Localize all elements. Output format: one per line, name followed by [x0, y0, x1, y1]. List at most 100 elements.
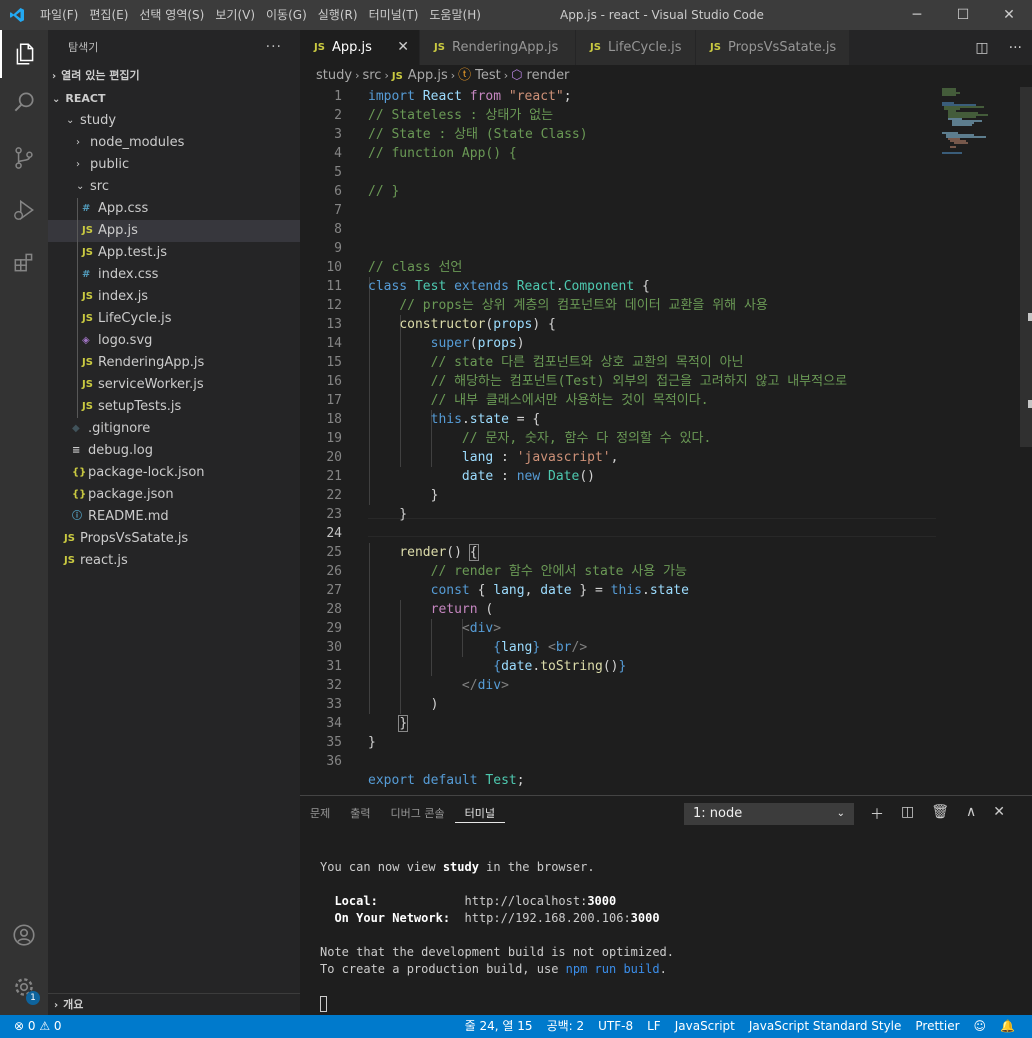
- tree-item[interactable]: › node_modules: [48, 132, 300, 154]
- menu-item[interactable]: 파일(F): [36, 0, 82, 30]
- tab-props-vs-state[interactable]: JS PropsVsSatate.js: [696, 30, 850, 65]
- more-actions-icon[interactable]: ···: [266, 30, 282, 65]
- problems-status[interactable]: ⊗ 0 ⚠ 0: [14, 1015, 62, 1038]
- search-button[interactable]: [0, 78, 48, 126]
- tree-item[interactable]: JS serviceWorker.js: [48, 374, 300, 396]
- breadcrumb-study[interactable]: study: [316, 68, 352, 83]
- maximize-panel-icon[interactable]: ∧: [966, 804, 976, 824]
- menu-item[interactable]: 보기(V): [211, 0, 259, 30]
- language-mode[interactable]: JavaScript: [668, 1015, 742, 1038]
- run-debug-button[interactable]: [0, 186, 48, 234]
- tree-item[interactable]: JS setupTests.js: [48, 396, 300, 418]
- tree-item[interactable]: ◈ logo.svg: [48, 330, 300, 352]
- account-icon: [13, 924, 35, 946]
- breadcrumb-file[interactable]: App.js: [408, 68, 448, 83]
- tab-app-js[interactable]: JS App.js ✕: [300, 30, 420, 65]
- tree-item[interactable]: JS LifeCycle.js: [48, 308, 300, 330]
- close-window-button[interactable]: ✕: [986, 0, 1032, 30]
- explorer-header: 탐색기 ···: [48, 30, 300, 65]
- tab-rendering-app[interactable]: JS RenderingApp.js: [420, 30, 576, 65]
- tree-item[interactable]: ≡ debug.log: [48, 440, 300, 462]
- line-number: 24: [326, 526, 342, 541]
- menu-item[interactable]: 도움말(H): [425, 0, 485, 30]
- minimize-button[interactable]: ─: [894, 0, 940, 30]
- line-number: 13: [326, 317, 342, 332]
- tree-item[interactable]: {} package-lock.json: [48, 462, 300, 484]
- linter-status[interactable]: JavaScript Standard Style: [742, 1015, 909, 1038]
- cursor-position[interactable]: 줄 24, 열 15: [458, 1015, 540, 1038]
- end-of-line[interactable]: LF: [640, 1015, 668, 1038]
- settings-button[interactable]: 1: [0, 963, 48, 1011]
- feedback-icon[interactable]: ☺: [967, 1015, 994, 1038]
- js-file-icon: JS: [82, 247, 93, 258]
- line-number: 31: [326, 659, 342, 674]
- open-editors-section[interactable]: › 열려 있는 편집기: [48, 65, 300, 87]
- editor-scrollbar[interactable]: [1018, 87, 1032, 795]
- tree-item[interactable]: JS App.test.js: [48, 242, 300, 264]
- tree-item[interactable]: # index.css: [48, 264, 300, 286]
- tree-item[interactable]: JS RenderingApp.js: [48, 352, 300, 374]
- tab-terminal[interactable]: 터미널: [454, 796, 505, 823]
- tree-item[interactable]: ⌄ study: [48, 110, 300, 132]
- line-number: 36: [326, 754, 342, 769]
- tree-item[interactable]: ⌄ src: [48, 176, 300, 198]
- split-editor-icon[interactable]: ◫: [975, 40, 988, 56]
- notifications-icon[interactable]: 🔔: [993, 1015, 1022, 1038]
- tree-item[interactable]: JS App.js: [48, 220, 300, 242]
- tab-debug-console[interactable]: 디버그 콘솔: [381, 796, 455, 831]
- tree-item[interactable]: JS index.js: [48, 286, 300, 308]
- minimap[interactable]: [940, 87, 1020, 167]
- terminal-output[interactable]: You can now view study in the browser. L…: [320, 859, 674, 978]
- breadcrumb-class[interactable]: Test: [475, 68, 501, 83]
- tree-item[interactable]: {} package.json: [48, 484, 300, 506]
- line-number: 10: [326, 260, 342, 275]
- menu-item[interactable]: 터미널(T): [365, 0, 423, 30]
- code-content[interactable]: import React from "react"; // Stateless …: [368, 87, 847, 790]
- trash-icon[interactable]: 🗑: [931, 804, 949, 824]
- menu-item[interactable]: 편집(E): [85, 0, 132, 30]
- source-control-button[interactable]: [0, 134, 48, 182]
- accounts-button[interactable]: [0, 911, 48, 959]
- git-file-icon: ◆: [72, 423, 80, 434]
- js-file-icon: JS: [64, 533, 75, 544]
- tab-problems[interactable]: 문제: [300, 796, 340, 831]
- split-terminal-icon[interactable]: ◫: [901, 804, 914, 824]
- new-terminal-icon[interactable]: ＋: [870, 804, 884, 824]
- close-tab-icon[interactable]: ✕: [397, 30, 409, 65]
- explorer-button[interactable]: [0, 30, 48, 78]
- breadcrumb-src[interactable]: src: [362, 68, 381, 83]
- tree-item[interactable]: JS react.js: [48, 550, 300, 572]
- line-number: 12: [326, 298, 342, 313]
- chevron-down-icon: ⌄: [836, 808, 845, 819]
- workspace-root[interactable]: ⌄ REACT: [48, 88, 300, 110]
- indentation[interactable]: 공백: 2: [540, 1015, 592, 1038]
- tree-item[interactable]: # App.css: [48, 198, 300, 220]
- encoding[interactable]: UTF-8: [591, 1015, 640, 1038]
- tree-item[interactable]: ◆ .gitignore: [48, 418, 300, 440]
- method-icon: ⬡: [511, 68, 523, 83]
- extensions-button[interactable]: [0, 238, 48, 286]
- menu-item[interactable]: 선택 영역(S): [135, 0, 208, 30]
- chevron-icon: ⌄: [76, 181, 85, 192]
- tab-lifecycle[interactable]: JS LifeCycle.js: [576, 30, 696, 65]
- close-panel-icon[interactable]: ✕: [993, 804, 1005, 824]
- outline-section[interactable]: › 개요: [48, 993, 300, 1015]
- tree-item[interactable]: JS PropsVsSatate.js: [48, 528, 300, 550]
- line-number: 21: [326, 469, 342, 484]
- line-number: 27: [326, 583, 342, 598]
- tree-item[interactable]: ⓘ README.md: [48, 506, 300, 528]
- tab-output[interactable]: 출력: [340, 796, 380, 831]
- maximize-button[interactable]: ☐: [940, 0, 986, 30]
- terminal-select[interactable]: 1: node ⌄: [684, 803, 854, 825]
- prettier-status[interactable]: Prettier: [908, 1015, 966, 1038]
- menu-item[interactable]: 이동(G): [262, 0, 311, 30]
- tree-item[interactable]: › public: [48, 154, 300, 176]
- breadcrumb-method[interactable]: render: [527, 68, 570, 83]
- terminal-cursor: [320, 996, 327, 1012]
- menu-item[interactable]: 실행(R): [314, 0, 362, 30]
- code-editor[interactable]: 1 2 3 4 5 6 7 8 9 10 11 12 13 14 15 16 17 18 19 20 21 22 23 24 2…: [300, 87, 1032, 795]
- extensions-icon: [14, 253, 33, 272]
- activity-bar: 1: [0, 30, 48, 1015]
- more-actions-icon[interactable]: ···: [1009, 40, 1022, 56]
- line-number: 3: [334, 127, 342, 142]
